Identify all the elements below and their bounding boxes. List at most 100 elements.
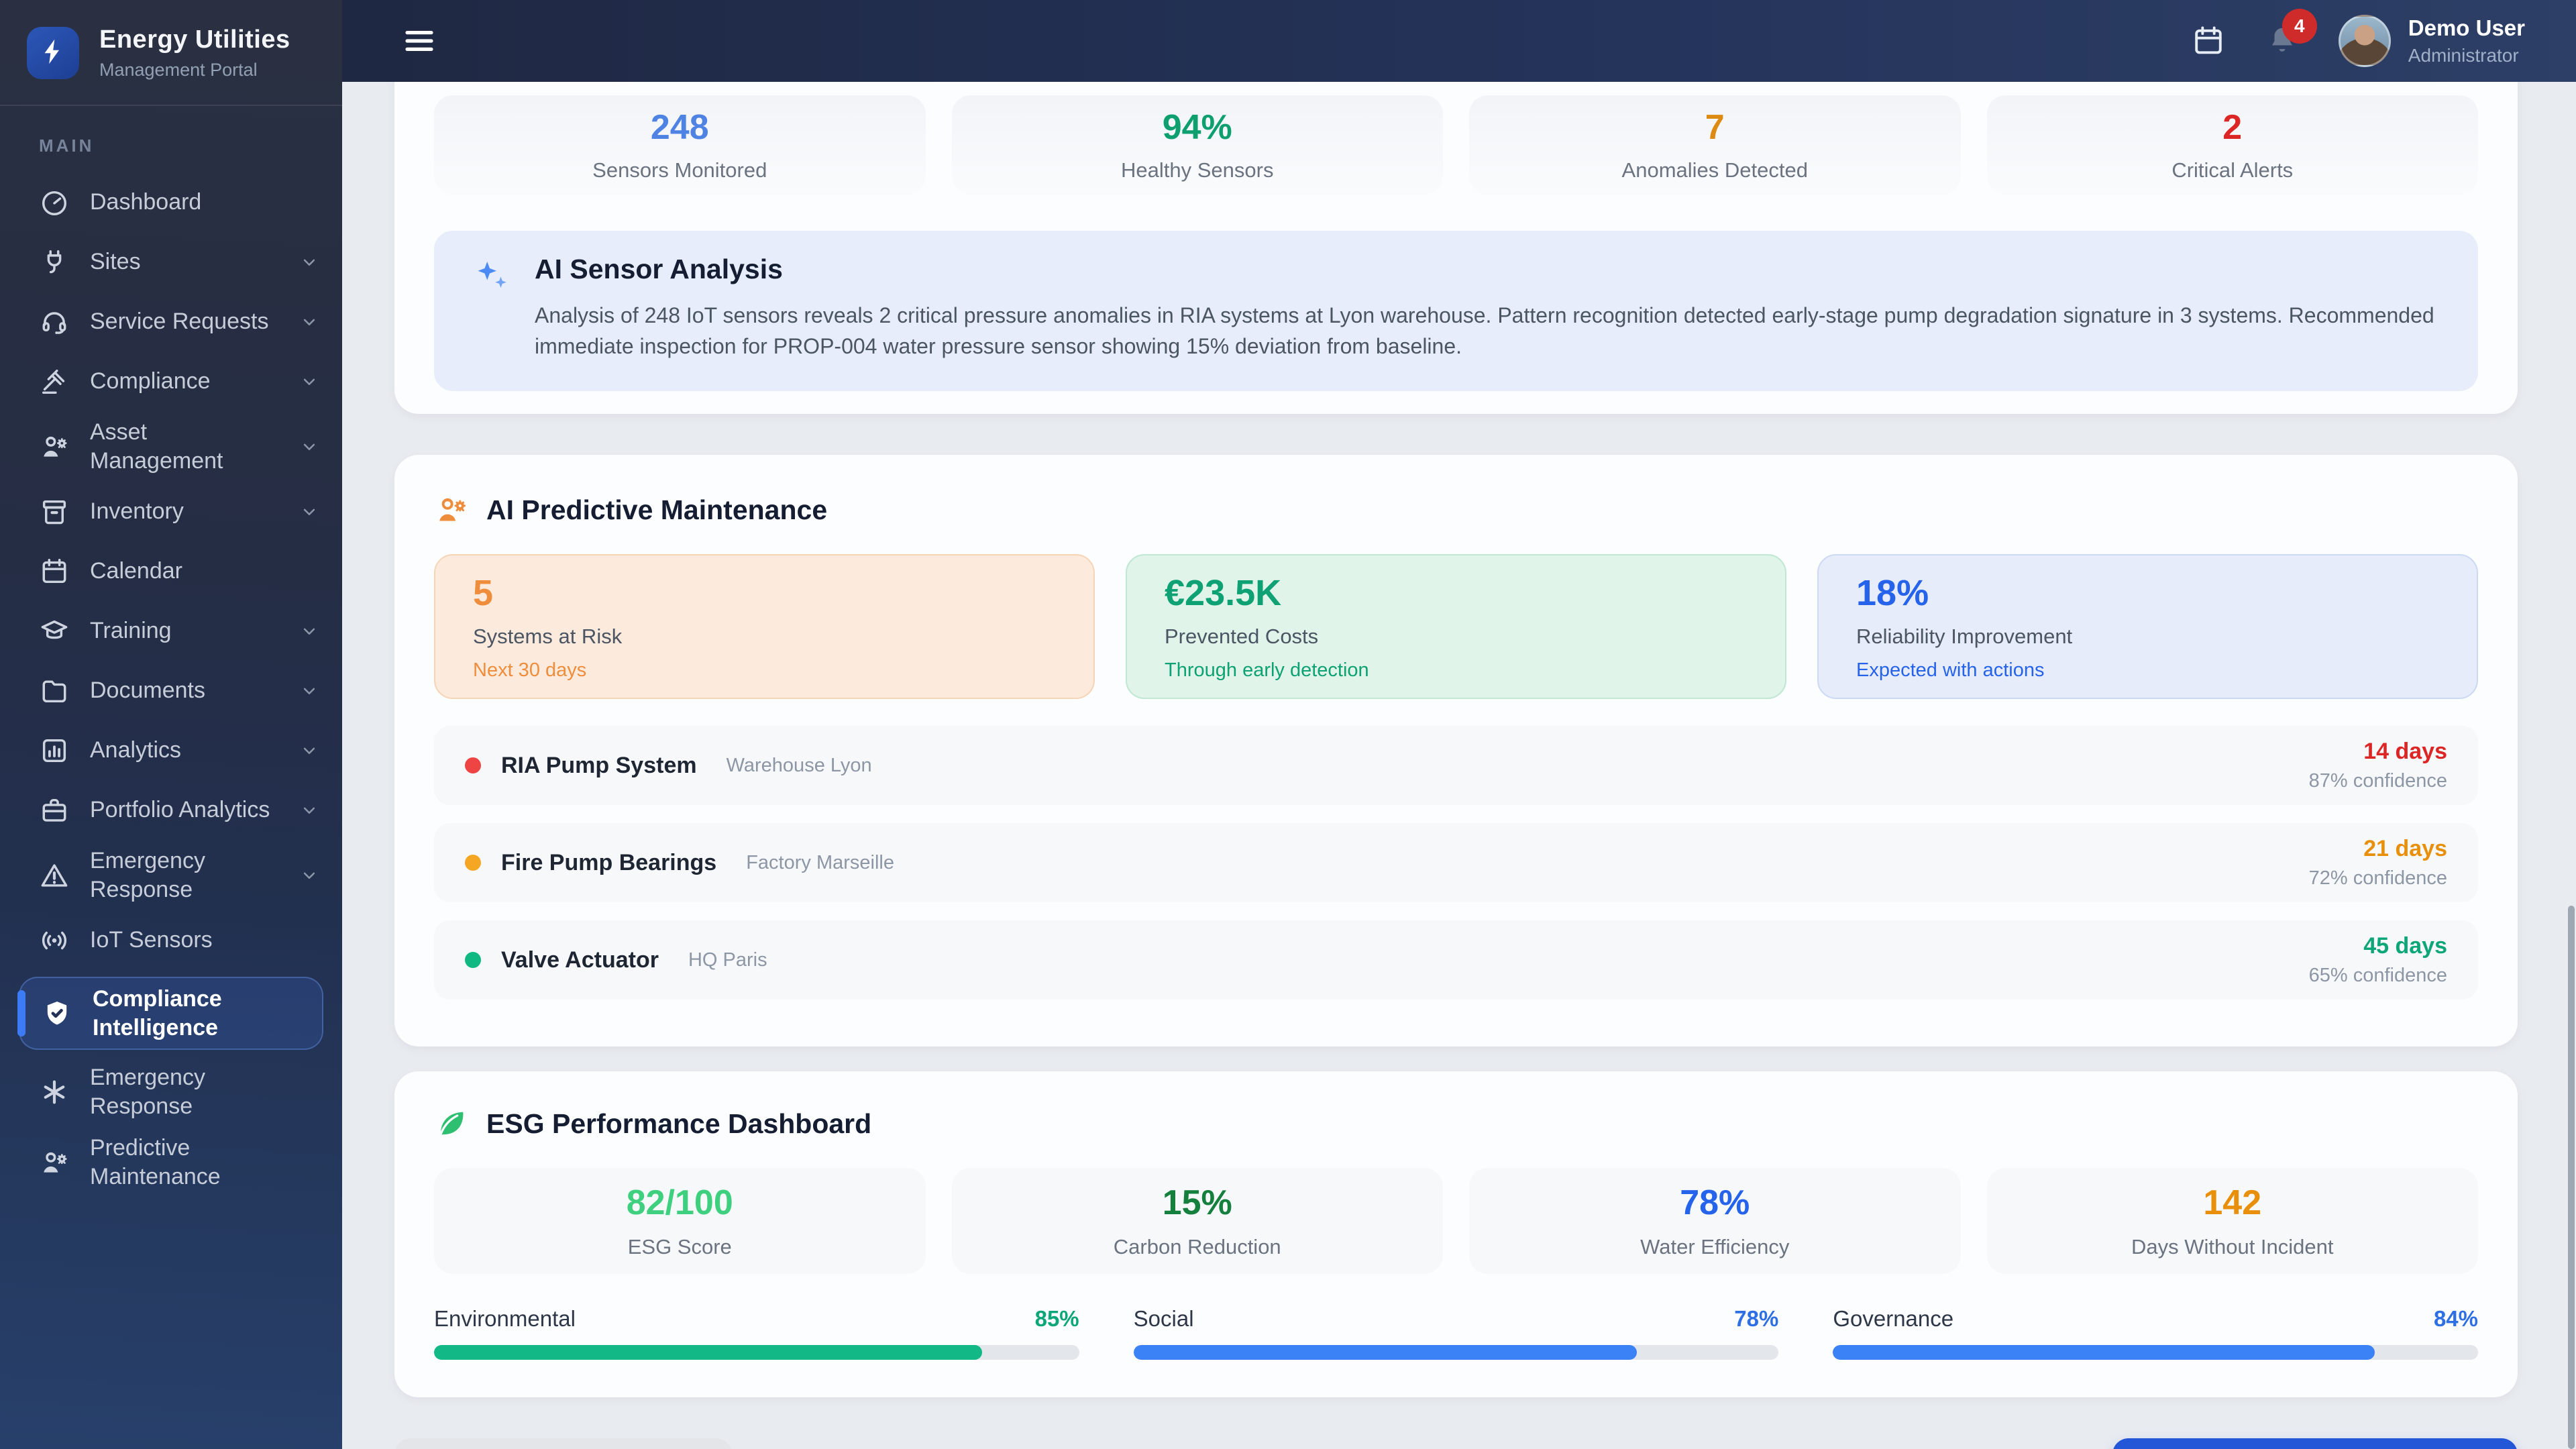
chevron-down-icon [299, 372, 319, 392]
user-name: Demo User [2408, 15, 2525, 40]
sidebar-item-analytics[interactable]: Analytics [0, 720, 342, 780]
system-row-fire-pump: Fire Pump Bearings Factory Marseille 21 … [434, 823, 2478, 902]
chevron-down-icon [299, 865, 319, 885]
sidebar-nav: Dashboard Sites Service Requests Complia… [0, 163, 342, 1207]
sidebar-section-label: MAIN [39, 136, 95, 156]
ai-sensor-analysis-panel: AI Sensor Analysis Analysis of 248 IoT s… [434, 231, 2478, 391]
water-efficiency-tile: 78% Water Efficiency [1469, 1168, 1961, 1274]
carbon-reduction-tile: 15% Carbon Reduction [951, 1168, 1443, 1274]
archive-icon [39, 496, 70, 527]
status-dot [465, 952, 481, 968]
chart-icon [39, 735, 70, 766]
progress-governance: Governance 84% [1833, 1306, 2478, 1360]
chevron-down-icon [299, 800, 319, 820]
footer-actions: Back to Orchestration Proceed to Action … [394, 1438, 2518, 1449]
pm-card-reliability: 18% Reliability Improvement Expected wit… [1817, 554, 2478, 699]
pm-card-systems-at-risk: 5 Systems at Risk Next 30 days [434, 554, 1095, 699]
stat-critical-alerts: 2 Critical Alerts [1986, 95, 2478, 195]
predictive-title: AI Predictive Maintenance [486, 494, 828, 525]
sidebar-item-documents[interactable]: Documents [0, 661, 342, 720]
notifications-button[interactable]: 4 [2265, 9, 2317, 61]
back-to-orchestration-button[interactable]: Back to Orchestration [394, 1438, 732, 1449]
calendar-icon [2191, 26, 2226, 61]
ai-analysis-title: AI Sensor Analysis [535, 254, 783, 284]
avatar [2338, 15, 2391, 67]
progress-track [1833, 1345, 2478, 1360]
progress-social: Social 78% [1133, 1306, 1779, 1360]
gauge-icon [39, 187, 70, 218]
status-dot [465, 855, 481, 871]
chevron-down-icon [299, 312, 319, 332]
sidebar-item-compliance[interactable]: Compliance [0, 352, 342, 411]
chevron-down-icon [299, 502, 319, 522]
worker-icon [39, 431, 70, 462]
status-dot [465, 757, 481, 773]
calendar-icon [39, 556, 70, 587]
sidebar-item-portfolio-analytics[interactable]: Portfolio Analytics [0, 780, 342, 840]
bolt-icon [38, 36, 68, 70]
cap-icon [39, 616, 70, 647]
esg-progress-row: Environmental 85% Social 78% Governance … [434, 1306, 2478, 1360]
sidebar-item-sites[interactable]: Sites [0, 232, 342, 292]
esg-dashboard-card: ESG Performance Dashboard 82/100 ESG Sco… [394, 1071, 2518, 1397]
headset-icon [39, 307, 70, 337]
user-menu[interactable]: Demo User Administrator [2338, 15, 2525, 67]
sidebar-item-inventory[interactable]: Inventory [0, 482, 342, 541]
chevron-down-icon [299, 621, 319, 641]
radio-icon [39, 925, 70, 956]
stat-sensors-monitored: 248 Sensors Monitored [434, 95, 926, 195]
proceed-to-action-planning-button[interactable]: Proceed to Action Planning [2112, 1438, 2518, 1449]
folder-icon [39, 676, 70, 706]
briefcase-icon [39, 795, 70, 826]
worker-gear-icon [434, 492, 469, 527]
stat-healthy-sensors: 94% Healthy Sensors [951, 95, 1443, 195]
notification-badge: 4 [2282, 9, 2317, 44]
bell-icon [2265, 28, 2300, 61]
sidebar-item-training[interactable]: Training [0, 601, 342, 661]
sidebar-item-compliance-intelligence[interactable]: Compliance Intelligence [17, 977, 323, 1050]
sensor-stats-row: 248 Sensors Monitored 94% Healthy Sensor… [434, 95, 2478, 195]
app-logo-block: Energy Utilities Management Portal [0, 0, 342, 105]
calendar-button[interactable] [2191, 23, 2226, 58]
esg-score-tile: 82/100 ESG Score [434, 1168, 926, 1274]
chevron-down-icon [299, 681, 319, 701]
shield-icon [42, 998, 72, 1029]
sidebar-item-calendar[interactable]: Calendar [0, 541, 342, 601]
predictive-maintenance-card: AI Predictive Maintenance 5 Systems at R… [394, 455, 2518, 1046]
leaf-icon [434, 1106, 469, 1141]
chevron-down-icon [299, 741, 319, 761]
chevron-down-icon [299, 252, 319, 272]
ai-analysis-body: Analysis of 248 IoT sensors reveals 2 cr… [535, 303, 2434, 358]
vertical-scrollbar[interactable] [2568, 906, 2575, 1449]
plug-icon [39, 247, 70, 278]
progress-track [1133, 1345, 1779, 1360]
sidebar-item-emergency-response[interactable]: Emergency Response [0, 840, 342, 910]
progress-fill [1833, 1345, 2375, 1360]
predictive-stats-row: 5 Systems at Risk Next 30 days €23.5K Pr… [434, 554, 2478, 699]
progress-fill [434, 1345, 983, 1360]
top-bar: 4 Demo User Administrator [342, 0, 2576, 82]
sidebar-item-emergency-response[interactable]: Emergency Response [0, 1057, 342, 1127]
sidebar-item-iot-sensors[interactable]: IoT Sensors [0, 910, 342, 970]
chevron-down-icon [299, 437, 319, 457]
progress-fill [1133, 1345, 1637, 1360]
warning-icon [39, 860, 70, 891]
sidebar-item-predictive-maintenance[interactable]: Predictive Maintenance [0, 1127, 342, 1197]
system-row-valve-actuator: Valve Actuator HQ Paris 45 days 65% conf… [434, 920, 2478, 1000]
asterisk-icon [39, 1077, 70, 1108]
menu-icon[interactable] [401, 23, 437, 59]
app-title: Energy Utilities [99, 25, 290, 54]
sidebar-item-asset-management[interactable]: Asset Management [0, 411, 342, 482]
sidebar-item-service-requests[interactable]: Service Requests [0, 292, 342, 352]
sidebar-item-dashboard[interactable]: Dashboard [0, 172, 342, 232]
esg-stats-row: 82/100 ESG Score 15% Carbon Reduction 78… [434, 1168, 2478, 1274]
esg-title: ESG Performance Dashboard [486, 1108, 872, 1139]
days-without-incident-tile: 142 Days Without Incident [1986, 1168, 2478, 1274]
app-logo [27, 27, 79, 79]
progress-environmental: Environmental 85% [434, 1306, 1079, 1360]
main-content: 248 Sensors Monitored 94% Healthy Sensor… [342, 82, 2576, 1449]
system-row-ria-pump: RIA Pump System Warehouse Lyon 14 days 8… [434, 726, 2478, 805]
worker-icon [39, 1147, 70, 1178]
sparkles-icon [472, 256, 512, 297]
user-role: Administrator [2408, 45, 2519, 66]
